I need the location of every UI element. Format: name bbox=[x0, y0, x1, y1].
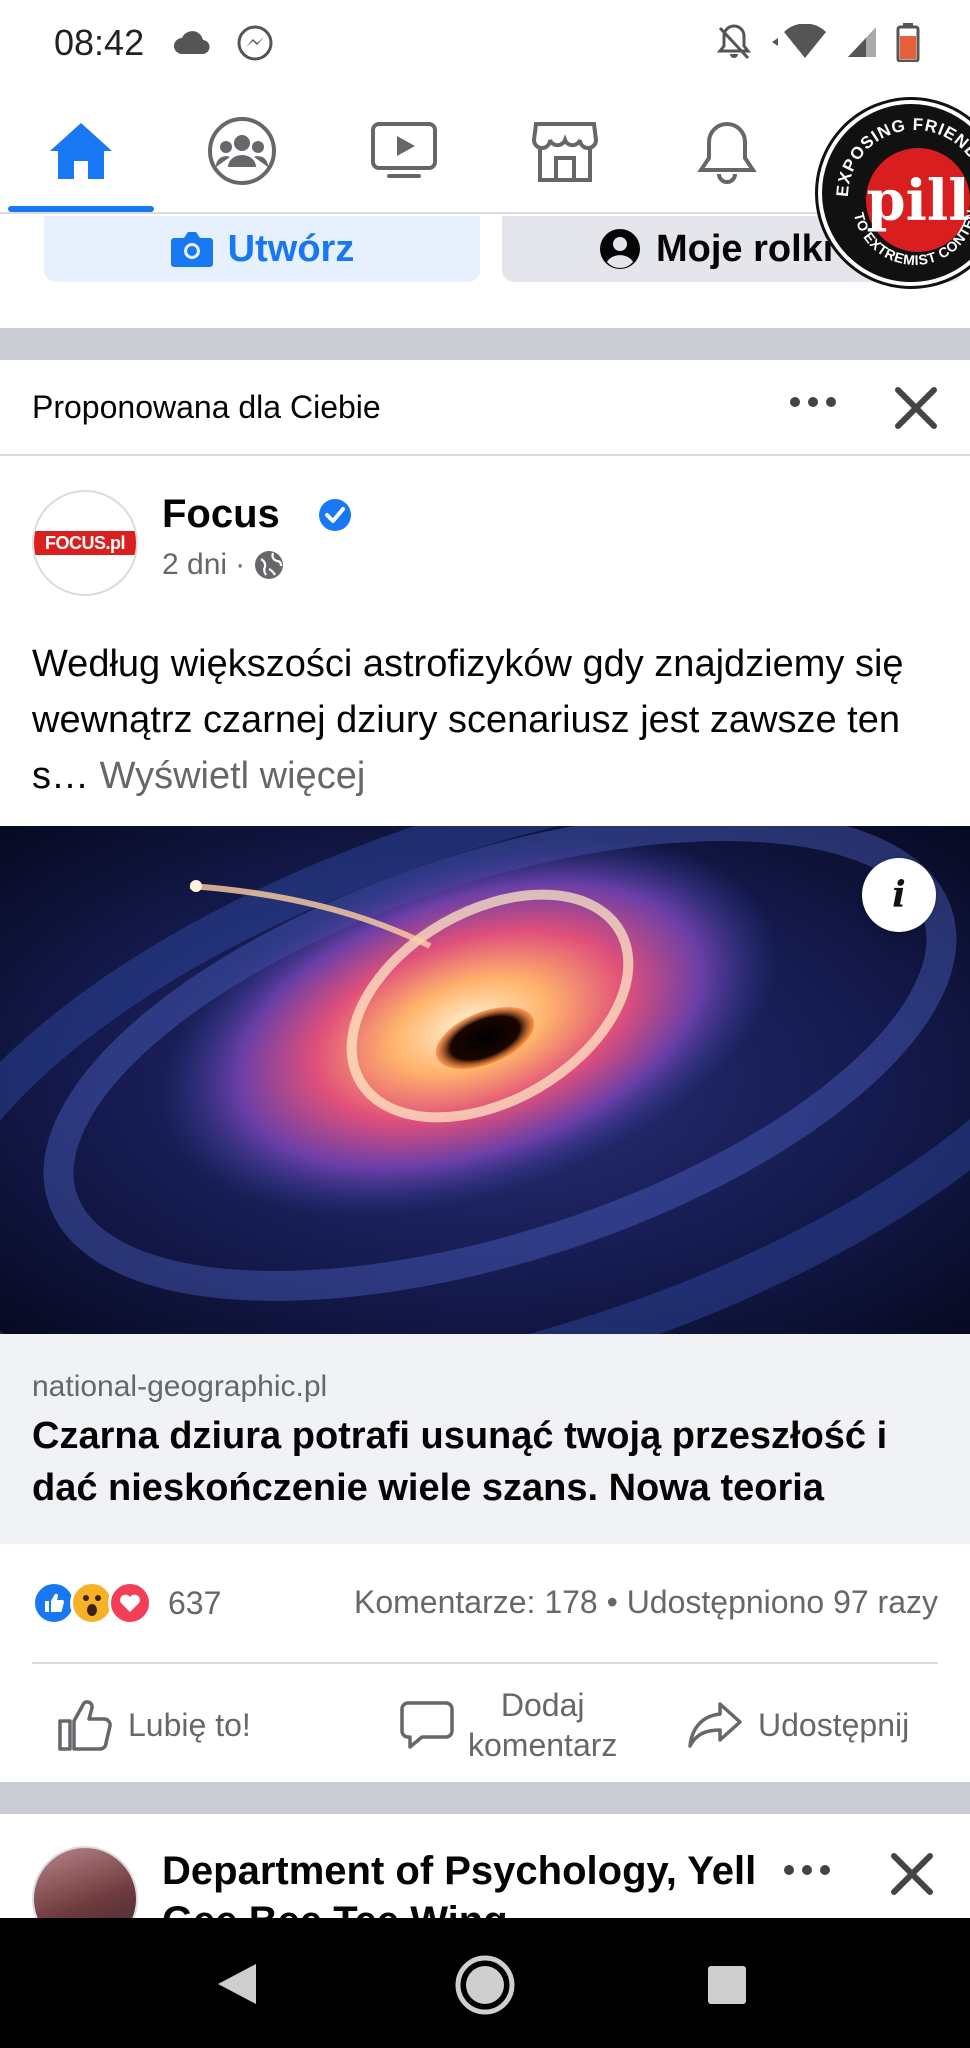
link-title: Czarna dziura potrafi usunąć twoją przes… bbox=[32, 1415, 888, 1509]
battery-icon bbox=[896, 23, 920, 62]
comment-label: Dodaj komentarz bbox=[468, 1685, 617, 1765]
link-domain: national-geographic.pl bbox=[32, 1370, 328, 1403]
status-time: 08:42 bbox=[54, 22, 145, 63]
post-image[interactable]: i bbox=[0, 826, 970, 1334]
like-label: Lubię to! bbox=[128, 1706, 251, 1743]
back-icon[interactable] bbox=[214, 1962, 260, 2006]
nav-home[interactable] bbox=[38, 108, 124, 194]
post-meta: 2 dni · bbox=[162, 548, 285, 582]
groups-icon bbox=[208, 117, 276, 185]
messenger-icon bbox=[237, 25, 273, 61]
black-hole-image bbox=[0, 826, 970, 1334]
wifi-icon bbox=[772, 24, 826, 58]
app-screen: 08:42 EXPOSING FRIE TO EXTREMIST CON pil… bbox=[0, 0, 970, 2048]
dot-icon bbox=[826, 397, 836, 407]
create-button[interactable]: Utwórz bbox=[44, 216, 480, 282]
info-button[interactable]: i bbox=[862, 858, 936, 932]
comment-button[interactable]: Dodaj komentarz bbox=[400, 1682, 617, 1768]
recents-icon[interactable] bbox=[706, 1964, 748, 2006]
next-post: Department of Psychology, Yell Gee Bee T… bbox=[0, 1814, 970, 1918]
reactions-summary[interactable]: 637 Komentarze: 178 • Udostępniono 97 ra… bbox=[32, 1578, 938, 1628]
meta-separator: · bbox=[235, 548, 246, 581]
dot-icon bbox=[820, 1865, 830, 1875]
bell-icon bbox=[697, 121, 757, 184]
share-label: Udostępnij bbox=[758, 1706, 910, 1743]
create-label: Utwórz bbox=[227, 227, 355, 270]
post-author: FOCUS.pl Focus 2 dni · bbox=[32, 488, 932, 598]
next-post-title[interactable]: Department of Psychology, Yell Gee Bee T… bbox=[162, 1846, 762, 1918]
reaction-icons bbox=[32, 1581, 152, 1625]
share-arrow-icon bbox=[688, 1702, 742, 1748]
close-icon[interactable] bbox=[886, 1848, 938, 1900]
home-button-icon[interactable] bbox=[454, 1954, 516, 2016]
notifications-off-icon bbox=[716, 24, 752, 60]
thumbs-up-icon bbox=[58, 1700, 112, 1751]
status-bar: 08:42 bbox=[0, 0, 970, 86]
nav-video[interactable] bbox=[361, 108, 447, 194]
shares-count[interactable]: Udostępniono 97 razy bbox=[627, 1584, 938, 1620]
cell-signal-icon bbox=[848, 27, 876, 57]
engagement-stats: Komentarze: 178 • Udostępniono 97 razy bbox=[354, 1584, 938, 1621]
nav-notifications[interactable] bbox=[684, 108, 770, 194]
see-more-link[interactable]: Wyświetl więcej bbox=[100, 755, 366, 797]
cloud-icon bbox=[174, 31, 210, 55]
link-preview[interactable]: national-geographic.pl Czarna dziura pot… bbox=[0, 1334, 970, 1544]
nav-groups[interactable] bbox=[199, 108, 285, 194]
dot-icon bbox=[784, 1865, 794, 1875]
profile-circle-icon bbox=[600, 229, 640, 269]
suggested-header: Proponowana dla Ciebie bbox=[0, 360, 970, 456]
active-tab-indicator bbox=[8, 206, 154, 212]
dot-icon bbox=[802, 1865, 812, 1875]
stats-separator: • bbox=[606, 1584, 618, 1620]
my-reels-label: Moje rolki bbox=[656, 227, 834, 270]
verified-badge-icon bbox=[319, 499, 351, 531]
comments-count[interactable]: Komentarze: 178 bbox=[354, 1584, 598, 1620]
more-options-button[interactable] bbox=[790, 390, 840, 414]
love-reaction-icon bbox=[108, 1581, 152, 1625]
dot-icon bbox=[790, 397, 800, 407]
comment-label-line2: komentarz bbox=[468, 1727, 618, 1763]
comment-bubble-icon bbox=[400, 1701, 454, 1749]
post-actions: Lubię to! Dodaj komentarz Udostępnij bbox=[32, 1662, 938, 1782]
post-time: 2 dni bbox=[162, 548, 228, 581]
avatar-logo-text: FOCUS.pl bbox=[34, 531, 136, 555]
sticker-art: EXPOSING FRIENDS TO EXTREMIST CONTENT pi… bbox=[822, 104, 970, 282]
more-options-button[interactable] bbox=[784, 1858, 834, 1882]
feed-divider bbox=[0, 328, 970, 360]
suggested-label: Proponowana dla Ciebie bbox=[32, 388, 381, 425]
system-nav-bar bbox=[0, 1918, 970, 2048]
nav-marketplace[interactable] bbox=[522, 108, 608, 194]
globe-icon bbox=[255, 551, 284, 579]
video-icon bbox=[371, 122, 437, 178]
share-button[interactable]: Udostępnij bbox=[686, 1682, 909, 1768]
close-icon[interactable] bbox=[890, 382, 942, 434]
like-button[interactable]: Lubię to! bbox=[56, 1682, 251, 1768]
dot-icon bbox=[808, 397, 818, 407]
camera-icon bbox=[170, 232, 213, 267]
post-text: Według większości astrofizyków gdy znajd… bbox=[32, 636, 952, 804]
reaction-count: 637 bbox=[168, 1584, 222, 1621]
author-avatar[interactable]: FOCUS.pl bbox=[32, 490, 138, 596]
next-post-avatar[interactable] bbox=[32, 1846, 138, 1918]
sticker-center-text: pill bbox=[867, 168, 970, 234]
comment-label-line1: Dodaj bbox=[500, 1687, 585, 1723]
create-row: Utwórz Moje rolki bbox=[0, 216, 970, 328]
home-icon bbox=[50, 123, 112, 179]
author-name[interactable]: Focus bbox=[162, 492, 280, 537]
feed-divider bbox=[0, 1782, 970, 1814]
marketplace-icon bbox=[531, 122, 599, 182]
